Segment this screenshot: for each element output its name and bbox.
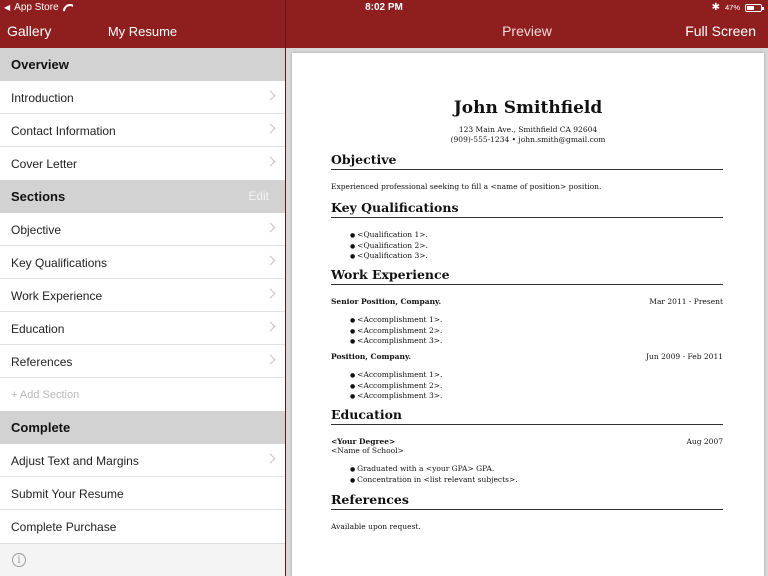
sidebar-item-education[interactable]: Education bbox=[0, 312, 285, 345]
sidebar-item-submit-resume[interactable]: Submit Your Resume bbox=[0, 477, 285, 510]
battery-percent: 47% bbox=[724, 3, 740, 12]
chevron-right-icon bbox=[265, 123, 276, 134]
list-item: <Qualification 2>. bbox=[350, 241, 428, 252]
job2-title: Position, Company. bbox=[331, 352, 412, 361]
bluetooth-icon: ✱ bbox=[711, 2, 720, 13]
chevron-right-icon bbox=[265, 90, 276, 101]
education-heading: Education bbox=[331, 407, 723, 425]
info-icon[interactable]: i bbox=[12, 553, 26, 567]
list-item: <Accomplishment 2>. bbox=[350, 326, 442, 337]
job1-list: <Accomplishment 1>. <Accomplishment 2>. … bbox=[350, 315, 442, 347]
top-bar: ◀ App Store 8:02 PM ✱ 47% Gallery My Res… bbox=[0, 0, 768, 48]
chevron-right-icon bbox=[265, 222, 276, 233]
chevron-right-icon bbox=[265, 288, 276, 299]
list-item: <Accomplishment 3>. bbox=[350, 391, 442, 402]
edit-button[interactable]: Edit bbox=[248, 189, 269, 203]
sidebar-footer: i bbox=[0, 543, 285, 576]
school-name: <Name of School> bbox=[331, 446, 404, 455]
complete-header: Complete bbox=[0, 411, 285, 444]
job2-list: <Accomplishment 1>. <Accomplishment 2>. … bbox=[350, 370, 442, 402]
resume-page: John Smithfield 123 Main Ave., Smithfiel… bbox=[292, 53, 764, 576]
status-bar: ◀ App Store 8:02 PM ✱ 47% bbox=[0, 0, 768, 16]
sidebar-item-cover-letter[interactable]: Cover Letter bbox=[0, 147, 285, 180]
sidebar-item-contact-information[interactable]: Contact Information bbox=[0, 114, 285, 147]
sidebar-item-key-qualifications[interactable]: Key Qualifications bbox=[0, 246, 285, 279]
job1-dates: Mar 2011 - Present bbox=[649, 297, 723, 306]
job1-title: Senior Position, Company. bbox=[331, 297, 442, 306]
battery-icon bbox=[745, 3, 764, 12]
list-item: Graduated with a <your GPA> GPA. bbox=[350, 464, 518, 475]
full-screen-button[interactable]: Full Screen bbox=[685, 23, 756, 39]
objective-text: Experienced professional seeking to fill… bbox=[331, 182, 602, 191]
sidebar-item-adjust-text-margins[interactable]: Adjust Text and Margins bbox=[0, 444, 285, 477]
status-time: 8:02 PM bbox=[365, 2, 403, 13]
job2-dates: Jun 2009 - Feb 2011 bbox=[646, 352, 723, 361]
list-item: <Accomplishment 2>. bbox=[350, 381, 442, 392]
qualifications-heading: Key Qualifications bbox=[331, 200, 723, 218]
sections-header: Sections Edit bbox=[0, 180, 285, 213]
nav-title: My Resume bbox=[107, 24, 178, 39]
sidebar-item-references[interactable]: References bbox=[0, 345, 285, 378]
resume-address-block: 123 Main Ave., Smithfield CA 92604 (909)… bbox=[292, 125, 764, 145]
resume-address: 123 Main Ave., Smithfield CA 92604 bbox=[458, 125, 598, 134]
work-heading: Work Experience bbox=[331, 267, 723, 285]
list-item: <Accomplishment 1>. bbox=[350, 315, 442, 326]
list-item: <Accomplishment 3>. bbox=[350, 336, 442, 347]
preview-nav: Preview Full Screen bbox=[286, 16, 768, 48]
sidebar: Overview Introduction Contact Informatio… bbox=[0, 48, 285, 576]
chevron-right-icon bbox=[265, 156, 276, 167]
list-item: Concentration in <list relevant subjects… bbox=[350, 475, 517, 486]
add-section-button[interactable]: + Add Section bbox=[0, 378, 285, 411]
overview-header: Overview bbox=[0, 48, 285, 81]
chevron-right-icon bbox=[265, 321, 276, 332]
list-item: <Accomplishment 1>. bbox=[350, 370, 442, 381]
resume-contact: (909)-555-1234 • john.smith@gmail.com bbox=[450, 135, 606, 144]
references-heading: References bbox=[331, 492, 723, 510]
resume-name: John Smithfield bbox=[453, 98, 603, 118]
chevron-right-icon bbox=[265, 354, 276, 365]
chevron-right-icon bbox=[265, 255, 276, 266]
sidebar-nav: Gallery My Resume bbox=[0, 16, 285, 48]
list-item: <Qualification 1>. bbox=[350, 230, 428, 241]
qualifications-list: <Qualification 1>. <Qualification 2>. <Q… bbox=[350, 230, 428, 262]
sidebar-item-objective[interactable]: Objective bbox=[0, 213, 285, 246]
objective-heading: Objective bbox=[331, 152, 723, 170]
sidebar-item-introduction[interactable]: Introduction bbox=[0, 81, 285, 114]
education-date: Aug 2007 bbox=[686, 437, 723, 446]
preview-pane: John Smithfield 123 Main Ave., Smithfiel… bbox=[286, 48, 768, 576]
education-list: Graduated with a <your GPA> GPA. Concent… bbox=[350, 464, 518, 486]
list-item: <Qualification 3>. bbox=[350, 251, 428, 262]
sidebar-item-complete-purchase[interactable]: Complete Purchase bbox=[0, 510, 285, 543]
sidebar-item-work-experience[interactable]: Work Experience bbox=[0, 279, 285, 312]
references-text: Available upon request. bbox=[331, 522, 421, 531]
chevron-right-icon bbox=[265, 453, 276, 464]
